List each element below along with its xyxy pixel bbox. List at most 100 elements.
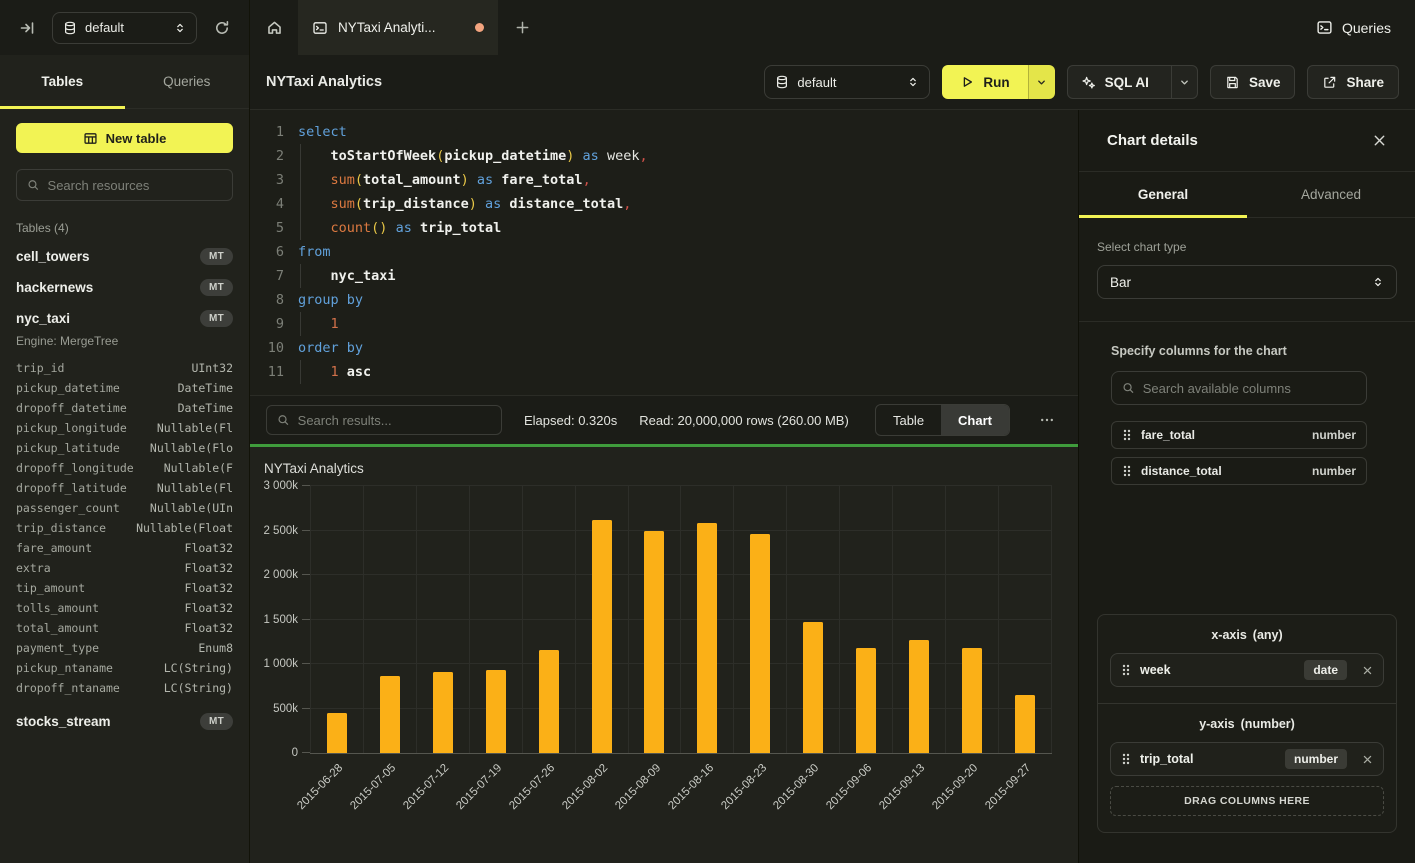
drag-handle-icon[interactable] <box>1122 464 1132 478</box>
tab-advanced[interactable]: Advanced <box>1247 172 1415 217</box>
columns-search-input[interactable] <box>1143 381 1356 396</box>
column-name: dropoff_longitude <box>16 458 134 478</box>
chart-bar[interactable] <box>962 648 982 753</box>
column-name: pickup_latitude <box>16 438 120 458</box>
y-axis-column-name: trip_total <box>1140 752 1193 766</box>
toolbar-database-selector[interactable]: default <box>764 65 930 99</box>
search-icon <box>27 178 40 192</box>
sparkles-icon <box>1081 75 1096 90</box>
chart-bar[interactable] <box>750 534 770 753</box>
x-axis-section: x-axis(any) week date <box>1098 615 1396 703</box>
home-button[interactable] <box>250 0 298 55</box>
sidebar-tab-queries[interactable]: Queries <box>125 55 250 108</box>
share-button[interactable]: Share <box>1307 65 1399 99</box>
code-text: nyc_taxi <box>298 264 1078 288</box>
queries-menu-button[interactable]: Queries <box>1292 0 1415 55</box>
tab-nytaxi-analytics[interactable]: NYTaxi Analyti... <box>298 0 498 55</box>
table-row[interactable]: hackernewsMT <box>0 272 249 303</box>
y-axis-tick-label: 2 000k <box>263 569 298 581</box>
chart-bar[interactable] <box>697 523 717 753</box>
drag-handle-icon[interactable] <box>1122 428 1132 442</box>
x-axis-hint: (any) <box>1253 628 1283 642</box>
chart-bar[interactable] <box>856 648 876 753</box>
sql-ai-options-button[interactable] <box>1171 66 1197 98</box>
table-name: stocks_stream <box>16 714 111 729</box>
new-table-button[interactable]: New table <box>16 123 233 153</box>
save-button[interactable]: Save <box>1210 65 1296 99</box>
column-name: pickup_longitude <box>16 418 127 438</box>
chart-bar[interactable] <box>539 650 559 753</box>
chart-bar[interactable] <box>644 531 664 753</box>
view-toggle-table[interactable]: Table <box>876 405 941 435</box>
sql-token <box>298 268 331 284</box>
indent-guide <box>300 360 301 384</box>
run-button[interactable]: Run <box>942 65 1027 99</box>
results-search-input[interactable] <box>298 413 491 428</box>
y-axis-tick <box>302 485 310 486</box>
refresh-button[interactable] <box>207 13 237 43</box>
columns-search[interactable] <box>1111 371 1367 405</box>
sql-token: , <box>639 148 647 164</box>
chart-bar[interactable] <box>1015 695 1035 753</box>
chart-bar[interactable] <box>909 640 929 753</box>
sql-ai-button[interactable]: SQL AI <box>1068 66 1162 98</box>
indent-guide <box>300 168 301 192</box>
collapse-sidebar-button[interactable] <box>12 13 42 43</box>
sql-editor[interactable]: 1select2 toStartOfWeek(pickup_datetime) … <box>250 110 1078 395</box>
table-row[interactable]: nyc_taxiMT <box>0 303 249 334</box>
results-more-button[interactable] <box>1032 405 1062 435</box>
table-column: trip_distanceNullable(Float <box>16 518 233 538</box>
table-column: total_amountFloat32 <box>16 618 233 638</box>
drag-handle-icon[interactable] <box>1121 663 1131 677</box>
chart-bar[interactable] <box>592 520 612 753</box>
sql-token: nyc_taxi <box>331 268 396 284</box>
remove-y-column-button[interactable] <box>1362 754 1373 765</box>
bar-chart-plot[interactable]: 0500k1 000k1 500k2 000k2 500k3 000k2015-… <box>310 486 1052 754</box>
close-panel-button[interactable] <box>1372 133 1387 148</box>
chart-type-select[interactable]: Bar <box>1097 265 1397 299</box>
search-icon <box>1122 381 1135 395</box>
x-axis-column-chip[interactable]: week date <box>1110 653 1384 687</box>
sql-token: () <box>371 220 387 236</box>
database-selector-value: default <box>85 20 166 35</box>
column-type: Float32 <box>177 578 233 598</box>
chart-bar[interactable] <box>486 670 506 753</box>
table-row[interactable]: cell_towersMT <box>0 241 249 272</box>
sidebar-search[interactable] <box>16 169 233 201</box>
sql-token: group by <box>298 292 363 308</box>
sidebar-search-input[interactable] <box>48 178 222 193</box>
view-toggle-chart[interactable]: Chart <box>941 405 1009 435</box>
chart-category-cell: 2015-08-02 <box>575 486 628 753</box>
sql-token <box>298 316 331 332</box>
column-name: passenger_count <box>16 498 120 518</box>
tab-general[interactable]: General <box>1079 172 1247 217</box>
sql-token <box>339 364 347 380</box>
run-options-button[interactable] <box>1028 65 1055 99</box>
x-axis-tick-label: 2015-07-26 <box>507 762 557 812</box>
chart-bar[interactable] <box>803 622 823 753</box>
available-column-chip[interactable]: fare_totalnumber <box>1111 421 1367 449</box>
chart-category-cell: 2015-09-13 <box>892 486 945 753</box>
drag-columns-dropzone[interactable]: DRAG COLUMNS HERE <box>1110 786 1384 816</box>
database-selector[interactable]: default <box>52 12 197 44</box>
sql-token <box>412 220 420 236</box>
chevrons-updown-icon <box>174 22 186 34</box>
y-axis-tick <box>302 574 310 575</box>
new-tab-button[interactable] <box>498 0 546 55</box>
code-line: 4 sum(trip_distance) as distance_total, <box>258 192 1078 216</box>
indent-guide <box>300 312 301 336</box>
sidebar-tab-tables[interactable]: Tables <box>0 55 125 108</box>
available-column-chip[interactable]: distance_totalnumber <box>1111 457 1367 485</box>
x-axis-tick-label: 2015-07-05 <box>348 762 398 812</box>
table-row[interactable]: stocks_streamMT <box>0 706 249 737</box>
available-column-type: number <box>1312 464 1356 478</box>
chart-bar[interactable] <box>433 672 453 753</box>
y-axis-column-chip[interactable]: trip_total number <box>1110 742 1384 776</box>
chevrons-updown-icon <box>1372 276 1384 288</box>
sql-ai-label: SQL AI <box>1105 75 1149 90</box>
chart-bar[interactable] <box>380 676 400 753</box>
remove-x-column-button[interactable] <box>1362 665 1373 676</box>
drag-handle-icon[interactable] <box>1121 752 1131 766</box>
chart-bar[interactable] <box>327 713 347 753</box>
results-search[interactable] <box>266 405 502 435</box>
